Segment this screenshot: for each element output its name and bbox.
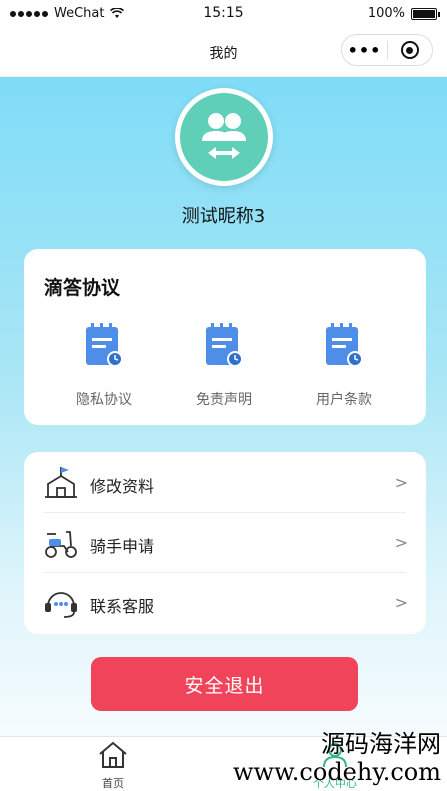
watermark: 源码海洋网 www.codehy.com xyxy=(233,732,441,784)
home-icon xyxy=(99,741,127,768)
avatar-users-icon xyxy=(180,93,268,181)
battery-percent: 100% xyxy=(367,6,405,21)
menu-item-label: 骑手申请 xyxy=(90,537,155,556)
miniprogram-capsule: ••• xyxy=(341,34,433,66)
disclaimer-item[interactable]: 免责声明 xyxy=(174,323,274,409)
privacy-protocol-item[interactable]: 隐私协议 xyxy=(54,323,154,409)
close-miniprogram-button[interactable] xyxy=(388,41,432,59)
document-calendar-icon xyxy=(326,323,363,367)
watermark-line2: www.codehy.com xyxy=(233,758,441,786)
document-calendar-icon xyxy=(206,323,243,367)
menu-card: 修改资料 > 骑手申请 > 联系客服 > xyxy=(24,452,426,634)
protocol-card: 滴答协议 隐私协议 免责声明 用户条款 xyxy=(24,249,426,425)
document-calendar-icon xyxy=(86,323,123,367)
user-terms-item[interactable]: 用户条款 xyxy=(294,323,394,409)
user-nickname: 测试昵称3 xyxy=(181,206,266,227)
disclaimer-label: 免责声明 xyxy=(196,392,252,408)
avatar[interactable] xyxy=(175,88,273,186)
status-bar: WeChat 15:15 100% xyxy=(0,0,447,28)
tab-home-label: 首页 xyxy=(102,777,124,790)
battery-icon xyxy=(411,7,440,20)
tab-home[interactable]: 首页 xyxy=(68,741,158,791)
more-button[interactable]: ••• xyxy=(342,41,387,60)
user-terms-label: 用户条款 xyxy=(316,392,372,408)
watermark-line1: 源码海洋网 xyxy=(321,730,441,758)
menu-item-label: 联系客服 xyxy=(90,597,155,616)
menu-item-rider-apply[interactable]: 骑手申请 > xyxy=(44,513,408,573)
scooter-icon xyxy=(45,531,77,558)
privacy-protocol-label: 隐私协议 xyxy=(76,392,132,408)
menu-item-edit-profile[interactable]: 修改资料 > xyxy=(44,453,408,513)
target-icon xyxy=(400,41,419,59)
chevron-right-icon: > xyxy=(394,473,408,492)
menu-item-label: 修改资料 xyxy=(90,477,155,496)
house-flag-icon xyxy=(45,467,77,498)
battery-group: 100% xyxy=(367,6,440,21)
nav-bar: 我的 ••• xyxy=(0,28,447,77)
logout-button[interactable]: 安全退出 xyxy=(91,657,358,711)
headset-icon xyxy=(45,592,77,618)
protocol-card-title: 滴答协议 xyxy=(44,277,121,299)
app-screen: WeChat 15:15 100% 我的 ••• 测试昵称3 滴答协议 隐私协议… xyxy=(0,0,447,791)
menu-item-contact-service[interactable]: 联系客服 > xyxy=(44,573,408,633)
chevron-right-icon: > xyxy=(394,593,408,612)
chevron-right-icon: > xyxy=(394,533,408,552)
